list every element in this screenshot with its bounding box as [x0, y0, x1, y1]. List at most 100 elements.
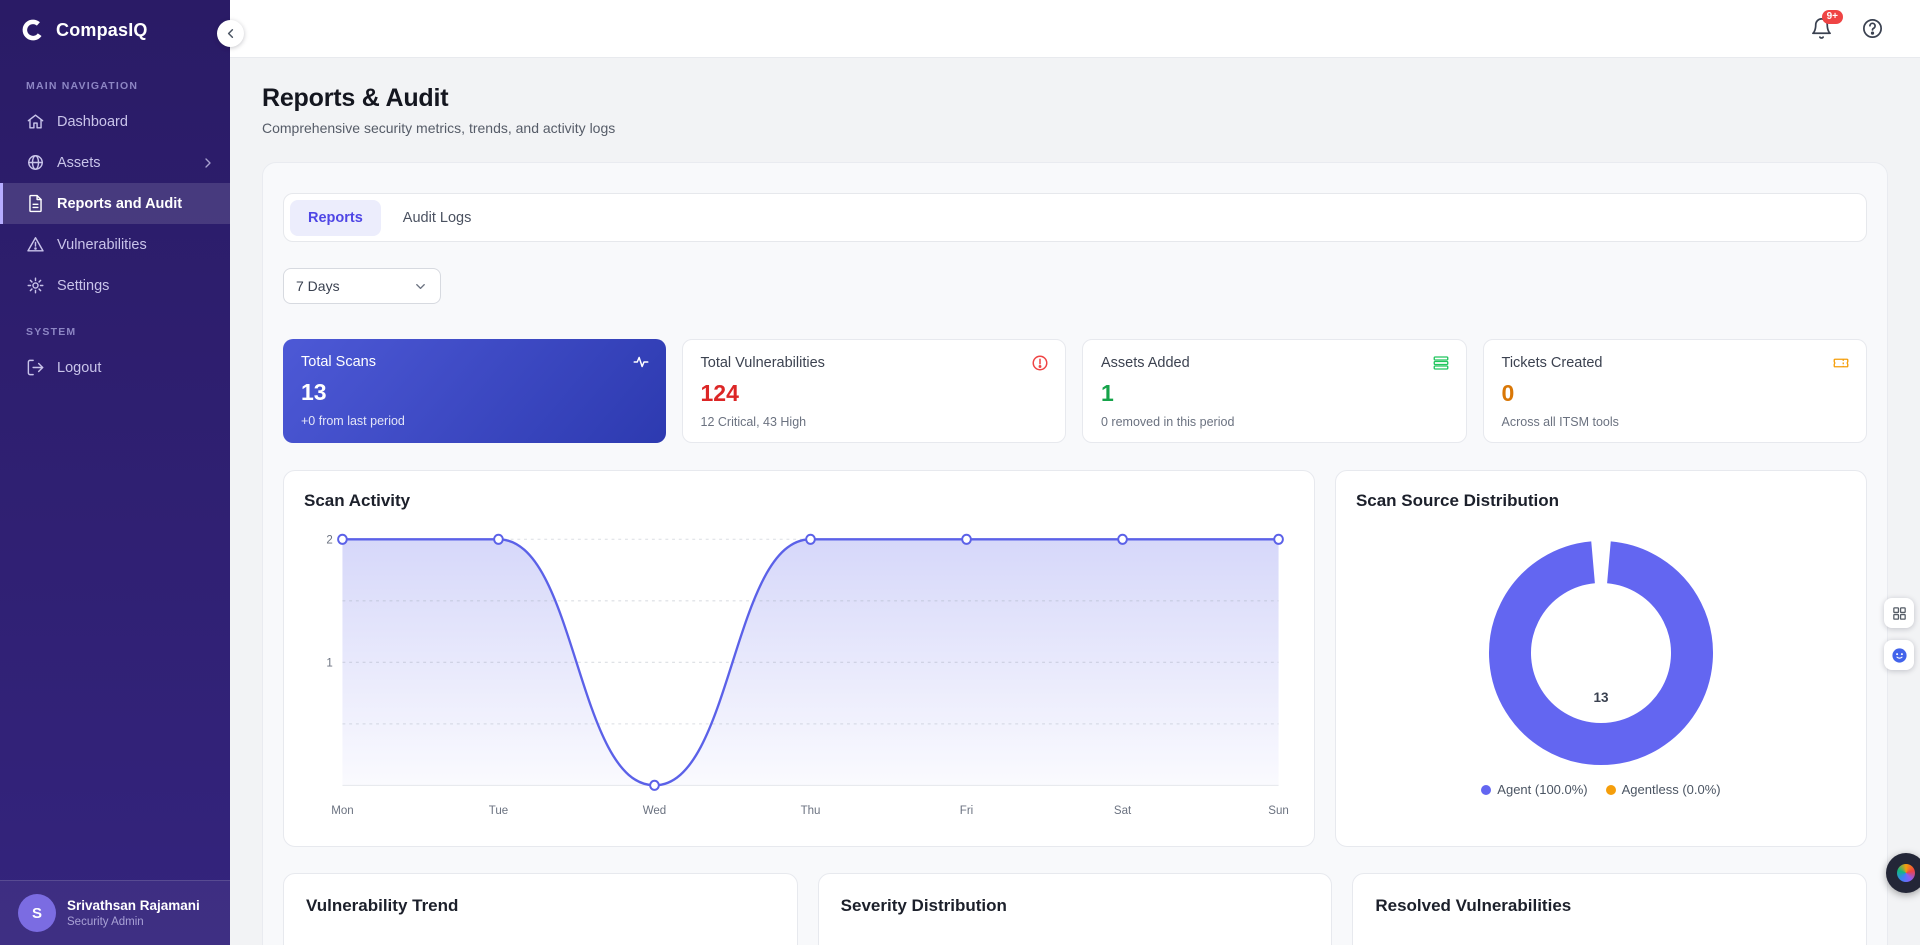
scan-activity-chart: 1 2 Mon Tue Wed Thu Fri Sat Sun	[326, 532, 1289, 817]
gear-icon	[26, 276, 45, 295]
chevron-left-icon	[223, 26, 238, 41]
svg-text:1: 1	[326, 655, 333, 669]
help-button[interactable]	[1861, 17, 1884, 40]
stat-title: Assets Added	[1101, 355, 1190, 371]
legend-label: Agentless (0.0%)	[1621, 782, 1721, 797]
stat-value: 0	[1501, 380, 1515, 406]
user-profile[interactable]: S Srivathsan Rajamani Security Admin	[0, 880, 230, 945]
globe-icon	[26, 153, 45, 172]
smiley-logo-icon	[1891, 647, 1908, 664]
chevron-down-icon	[413, 279, 428, 294]
chart-title: Scan Activity	[304, 491, 411, 510]
user-name: Srivathsan Rajamani	[67, 897, 200, 913]
reports-panel: Reports Audit Logs 7 Days Total Scans 13…	[262, 162, 1888, 945]
alert-triangle-icon	[26, 235, 45, 254]
sidebar-item-dashboard[interactable]: Dashboard	[0, 101, 230, 142]
sidebar-item-label: Settings	[57, 277, 110, 294]
avatar: S	[18, 894, 56, 932]
chart-title: Scan Source Distribution	[1355, 491, 1560, 510]
severity-distribution-card: Severity Distribution	[817, 873, 1333, 945]
tab-reports[interactable]: Reports	[290, 199, 381, 236]
stat-title: Total Vulnerabilities	[700, 355, 825, 371]
vulnerability-trend-card: Vulnerability Trend	[283, 873, 798, 945]
bottom-cards-row: Vulnerability Trend Severity Distributio…	[283, 873, 1868, 945]
help-icon	[1861, 17, 1884, 40]
chart-title: Resolved Vulnerabilities	[1375, 896, 1572, 915]
svg-text:Sat: Sat	[1114, 802, 1132, 816]
stat-card-total-scans: Total Scans 13 +0 from last period	[283, 339, 666, 443]
legend-item-agent: Agent (100.0%)	[1481, 782, 1588, 797]
widget-logo-button[interactable]	[1884, 640, 1914, 670]
scan-source-donut-chart	[1488, 541, 1713, 765]
scan-source-card: Scan Source Distribution 13 Agent (100.0…	[1334, 470, 1867, 847]
ticket-icon	[1832, 354, 1850, 372]
sidebar-item-label: Dashboard	[57, 113, 128, 130]
home-icon	[26, 112, 45, 131]
period-select[interactable]: 7 Days	[283, 268, 441, 304]
sidebar-item-label: Vulnerabilities	[57, 236, 147, 253]
stat-title: Total Scans	[301, 354, 376, 370]
stat-card-tickets-created: Tickets Created 0 Across all ITSM tools	[1482, 339, 1867, 443]
page-title: Reports & Audit	[262, 84, 449, 112]
page-subtitle: Comprehensive security metrics, trends, …	[262, 120, 616, 136]
colorful-swirl-icon	[1897, 864, 1915, 882]
chart-legend: Agent (100.0%) Agentless (0.0%)	[1481, 782, 1721, 797]
stat-subtitle: 12 Critical, 43 High	[700, 415, 807, 429]
svg-text:Wed: Wed	[643, 802, 666, 816]
stat-card-total-vulnerabilities: Total Vulnerabilities 124 12 Critical, 4…	[681, 339, 1066, 443]
notifications-button[interactable]: 9+	[1810, 10, 1843, 40]
stat-title: Tickets Created	[1501, 355, 1603, 371]
sidebar: CompasIQ MAIN NAVIGATION Dashboard Asset…	[0, 0, 230, 945]
stat-card-assets-added: Assets Added 1 0 removed in this period	[1082, 339, 1467, 443]
server-icon	[1432, 354, 1450, 372]
legend-dot	[1605, 784, 1616, 795]
scan-activity-card: Scan Activity 1 2 Mon Tue Wed Thu Fri Sat Sun	[283, 470, 1315, 847]
app-logo: CompasIQ	[0, 0, 230, 60]
chart-title: Vulnerability Trend	[306, 896, 459, 915]
edge-widgets	[1884, 598, 1914, 670]
sidebar-item-label: Reports and Audit	[57, 195, 183, 212]
stat-value: 13	[301, 379, 327, 405]
legend-label: Agent (100.0%)	[1497, 782, 1588, 797]
sidebar-item-logout[interactable]: Logout	[0, 347, 230, 388]
floating-action-button[interactable]	[1886, 853, 1920, 893]
svg-text:Fri: Fri	[960, 802, 973, 816]
alert-circle-icon	[1031, 354, 1049, 372]
user-role: Security Admin	[67, 916, 144, 929]
file-text-icon	[26, 194, 45, 213]
legend-dot	[1481, 784, 1492, 795]
resolved-vulnerabilities-card: Resolved Vulnerabilities	[1352, 873, 1868, 945]
stat-subtitle: Across all ITSM tools	[1501, 415, 1619, 429]
donut-total-label: 13	[1593, 690, 1609, 705]
notification-badge: 9+	[1821, 10, 1843, 24]
sidebar-item-vulnerabilities[interactable]: Vulnerabilities	[0, 224, 230, 265]
sidebar-item-label: Assets	[57, 154, 101, 171]
period-select-value: 7 Days	[296, 278, 340, 294]
stat-value: 1	[1101, 380, 1114, 406]
main-content: Reports & Audit Comprehensive security m…	[230, 58, 1920, 945]
stat-value: 124	[700, 380, 739, 406]
logout-icon	[26, 358, 45, 377]
sidebar-item-reports-and-audit[interactable]: Reports and Audit	[0, 183, 230, 224]
chart-title: Severity Distribution	[840, 896, 1007, 915]
sidebar-item-settings[interactable]: Settings	[0, 265, 230, 306]
stat-subtitle: +0 from last period	[301, 414, 405, 428]
svg-text:Thu: Thu	[801, 802, 821, 816]
topbar: 9+	[230, 0, 1920, 58]
stat-subtitle: 0 removed in this period	[1101, 415, 1235, 429]
svg-text:2: 2	[326, 532, 332, 546]
nav-section-main: MAIN NAVIGATION	[26, 80, 139, 92]
svg-text:Tue: Tue	[489, 802, 509, 816]
sidebar-item-assets[interactable]: Assets	[0, 142, 230, 183]
sidebar-item-label: Logout	[57, 359, 102, 376]
app-name: CompasIQ	[56, 19, 148, 40]
tab-bar: Reports Audit Logs	[283, 193, 1867, 242]
tab-audit-logs[interactable]: Audit Logs	[385, 200, 490, 236]
stats-row: Total Scans 13 +0 from last period Total…	[283, 339, 1867, 443]
nav-section-system: SYSTEM	[26, 326, 77, 338]
svg-text:Sun: Sun	[1268, 802, 1289, 816]
charts-row: Scan Activity 1 2 Mon Tue Wed Thu Fri Sat Sun Sc…	[283, 470, 1867, 847]
sidebar-collapse-button[interactable]	[217, 20, 244, 47]
activity-icon	[632, 353, 650, 371]
widget-grid-button[interactable]	[1884, 598, 1914, 628]
